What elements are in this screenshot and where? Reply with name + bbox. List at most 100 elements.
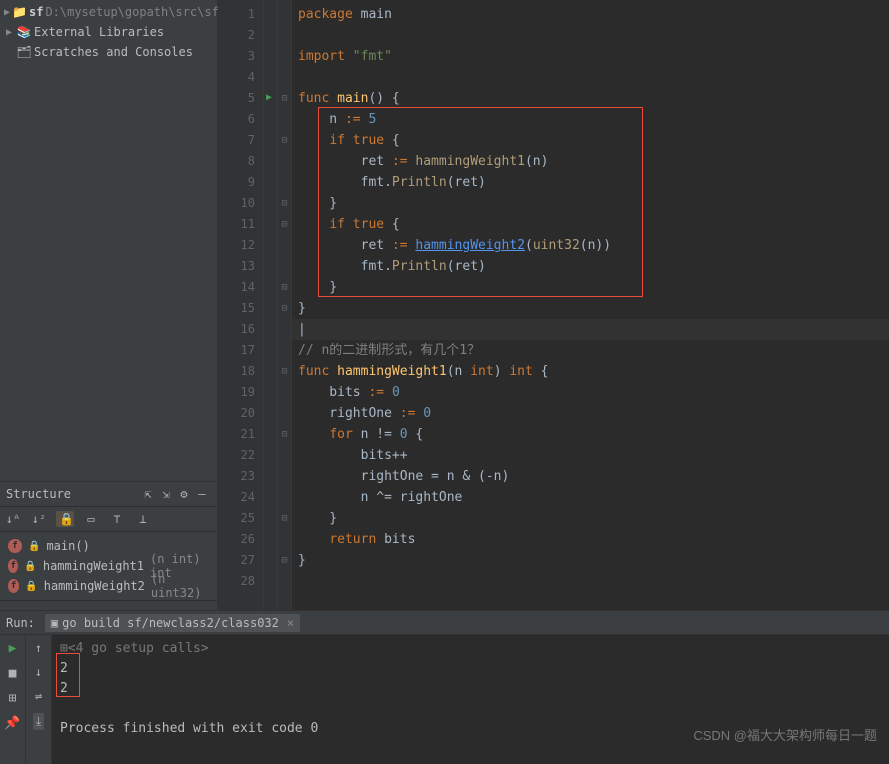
gear-icon[interactable]: ⚙ xyxy=(175,487,193,501)
line-number: 27 xyxy=(218,550,263,571)
fold-icon[interactable]: ⊟ xyxy=(278,88,291,109)
scroll-icon[interactable]: ⤓ xyxy=(33,713,44,730)
code-line[interactable]: for n != 0 { xyxy=(292,424,889,445)
folder-icon[interactable]: ▭ xyxy=(82,512,100,526)
fold-icon[interactable]: ⊟ xyxy=(278,550,291,571)
minimize-icon[interactable]: — xyxy=(193,487,211,501)
down-icon[interactable]: ↓ xyxy=(35,665,42,679)
scratch-icon: 🗂 xyxy=(16,45,32,59)
fold-icon xyxy=(278,235,291,256)
code-line[interactable]: fmt.Println(ret) xyxy=(292,172,889,193)
expand-all-icon[interactable]: ⇱ xyxy=(139,487,157,501)
code-line[interactable]: import "fmt" xyxy=(292,46,889,67)
code-line[interactable]: func hammingWeight1(n int) int { xyxy=(292,361,889,382)
stop-icon[interactable]: ■ xyxy=(9,666,17,681)
fold-icon[interactable]: ⊟ xyxy=(278,214,291,235)
code-line[interactable]: } xyxy=(292,550,889,571)
sort-alpha-down-icon[interactable]: ↓ᴬ xyxy=(4,512,22,526)
code-line[interactable]: fmt.Println(ret) xyxy=(292,256,889,277)
run-gutter-icon[interactable]: ▶ xyxy=(266,92,272,103)
code-line[interactable]: n ^= rightOne xyxy=(292,487,889,508)
code-line[interactable]: } xyxy=(292,298,889,319)
project-name: sf xyxy=(29,5,43,19)
console-line: 2 xyxy=(60,659,881,679)
sidebar: ▶ 📁 sf D:\mysetup\gopath\src\sf ▶ 📚 Exte… xyxy=(0,0,218,610)
fold-icon xyxy=(278,529,291,550)
structure-item-name: hammingWeight1 xyxy=(43,559,144,573)
folder-icon: 📁 xyxy=(12,5,27,19)
code-line[interactable]: if true { xyxy=(292,214,889,235)
code-line[interactable] xyxy=(292,25,889,46)
line-number: 6 xyxy=(218,109,263,130)
code-line[interactable]: if true { xyxy=(292,130,889,151)
code-line[interactable]: rightOne = n & (-n) xyxy=(292,466,889,487)
code-line[interactable]: func main() { xyxy=(292,88,889,109)
line-number: 5 xyxy=(218,88,263,109)
lock-icon: 🔒 xyxy=(25,581,37,592)
line-number: 15 xyxy=(218,298,263,319)
line-number: 10 xyxy=(218,193,263,214)
pin-icon[interactable]: 📌 xyxy=(4,716,20,731)
fold-gutter: ⊟⊟⊟⊟⊟⊟⊟⊟⊟⊟ xyxy=(278,0,292,610)
expand-icon[interactable]: ▶ xyxy=(4,7,10,18)
structure-scrollbar[interactable] xyxy=(0,600,217,610)
code-line[interactable] xyxy=(292,67,889,88)
lock-icon[interactable]: 🔒 xyxy=(56,511,74,527)
code-line[interactable]: // n的二进制形式，有几个1？ xyxy=(292,340,889,361)
code-editor[interactable]: 1234567891011121314151617181920212223242… xyxy=(218,0,889,610)
code-line[interactable]: rightOne := 0 xyxy=(292,403,889,424)
close-icon[interactable]: × xyxy=(287,616,294,630)
code-line[interactable]: | xyxy=(292,319,889,340)
code-line[interactable]: } xyxy=(292,508,889,529)
structure-item-sig: (n uint32) xyxy=(151,572,209,600)
fold-icon[interactable]: ⊟ xyxy=(278,508,291,529)
external-libraries-row[interactable]: ▶ 📚 External Libraries xyxy=(0,22,217,42)
code-line[interactable]: } xyxy=(292,193,889,214)
func-badge-icon: f xyxy=(8,559,18,573)
fold-icon[interactable]: ⊟ xyxy=(278,193,291,214)
run-icon[interactable]: ▶ xyxy=(9,641,17,656)
expand-icon[interactable]: ▶ xyxy=(4,27,14,38)
project-root-row[interactable]: ▶ 📁 sf D:\mysetup\gopath\src\sf xyxy=(0,2,217,22)
sort-alpha-up-icon[interactable]: ↓ᶻ xyxy=(30,512,48,526)
code-line[interactable]: bits++ xyxy=(292,445,889,466)
code-line[interactable]: ret := hammingWeight2(uint32(n)) xyxy=(292,235,889,256)
line-number: 14 xyxy=(218,277,263,298)
layout-icon[interactable]: ⊞ xyxy=(9,691,17,706)
structure-item[interactable]: f 🔒 hammingWeight2 (n uint32) xyxy=(8,576,209,596)
code-line[interactable]: } xyxy=(292,277,889,298)
scratches-label: Scratches and Consoles xyxy=(34,45,193,59)
console-line: 2 xyxy=(60,679,881,699)
line-number: 2 xyxy=(218,25,263,46)
fold-icon[interactable]: ⊟ xyxy=(278,130,291,151)
run-tab[interactable]: ▣ go build sf/newclass2/class032 × xyxy=(45,614,300,632)
console-output[interactable]: ⊞<4 go setup calls> 2 2 Process finished… xyxy=(52,635,889,764)
fold-icon xyxy=(278,340,291,361)
layout2-icon[interactable]: ⊥ xyxy=(134,512,152,526)
fold-icon[interactable]: ⊟ xyxy=(278,277,291,298)
fold-icon[interactable]: ⊟ xyxy=(278,298,291,319)
structure-item-name: hammingWeight2 xyxy=(44,579,145,593)
line-number: 16 xyxy=(218,319,263,340)
code-line[interactable]: ret := hammingWeight1(n) xyxy=(292,151,889,172)
fold-icon[interactable]: ⊟ xyxy=(278,361,291,382)
wrap-icon[interactable]: ⇌ xyxy=(35,689,42,703)
collapse-all-icon[interactable]: ⇲ xyxy=(157,487,175,501)
code-line[interactable]: bits := 0 xyxy=(292,382,889,403)
code-line[interactable]: package main xyxy=(292,4,889,25)
layout-icon[interactable]: ⊤ xyxy=(108,512,126,526)
fold-icon[interactable]: ⊟ xyxy=(278,424,291,445)
scratches-row[interactable]: 🗂 Scratches and Consoles xyxy=(0,42,217,62)
run-gutter: ▶ xyxy=(264,0,278,610)
lock-icon: 🔒 xyxy=(24,561,36,572)
code-line[interactable]: n := 5 xyxy=(292,109,889,130)
console-setup-line: ⊞<4 go setup calls> xyxy=(60,639,881,659)
code-area[interactable]: package main import "fmt" func main() { n … xyxy=(292,0,889,610)
project-path: D:\mysetup\gopath\src\sf xyxy=(45,5,218,19)
line-number: 25 xyxy=(218,508,263,529)
up-icon[interactable]: ↑ xyxy=(35,641,42,655)
code-line[interactable] xyxy=(292,571,889,592)
run-toolbar-left: ▶ ■ ⊞ 📌 xyxy=(0,635,26,764)
code-line[interactable]: return bits xyxy=(292,529,889,550)
line-number: 24 xyxy=(218,487,263,508)
